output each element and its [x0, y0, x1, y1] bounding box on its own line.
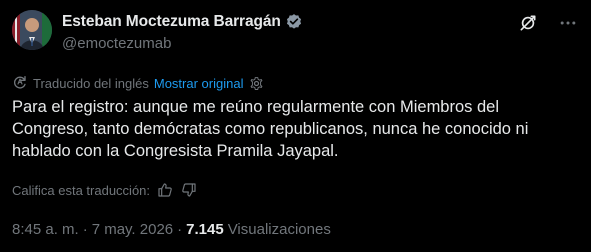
settings-icon[interactable] — [248, 76, 264, 92]
tweet: Esteban Moctezuma Barragán @emoctezumab — [0, 0, 591, 252]
tweet-time[interactable]: 8:45 a. m. — [12, 221, 79, 238]
author-name-row: Esteban Moctezuma Barragán — [62, 13, 303, 31]
views-count: 7.145 — [186, 221, 224, 238]
avatar[interactable] — [12, 10, 52, 50]
thumbs-up-icon[interactable] — [156, 181, 174, 199]
rating-prompt: Califica esta traducción: — [12, 182, 151, 198]
tweet-date[interactable]: 7 may. 2026 — [92, 221, 173, 238]
author-display-name[interactable]: Esteban Moctezuma Barragán — [62, 13, 281, 31]
tweet-meta: 8:45 a. m. · 7 may. 2026 · 7.145 Visuali… — [12, 221, 331, 238]
thumbs-down-icon[interactable] — [180, 181, 198, 199]
translate-icon — [12, 74, 28, 93]
grok-icon[interactable] — [517, 12, 539, 34]
translation-label: Traducido del inglés — [33, 76, 149, 91]
meta-separator: · — [177, 221, 183, 238]
author-handle[interactable]: @emoctezumab — [62, 35, 171, 52]
verified-badge-icon[interactable] — [285, 13, 303, 31]
meta-separator: · — [82, 221, 88, 238]
translation-notice: Traducido del inglés Mostrar original — [12, 74, 264, 93]
show-original-link[interactable]: Mostrar original — [154, 76, 244, 91]
tweet-top-actions — [517, 12, 579, 34]
more-options-icon[interactable] — [557, 12, 579, 34]
translation-rating: Califica esta traducción: — [12, 181, 198, 199]
views-label: Visualizaciones — [227, 221, 331, 238]
tweet-text: Para el registro: aunque me reúno regula… — [12, 98, 529, 160]
avatar-image — [12, 10, 52, 50]
